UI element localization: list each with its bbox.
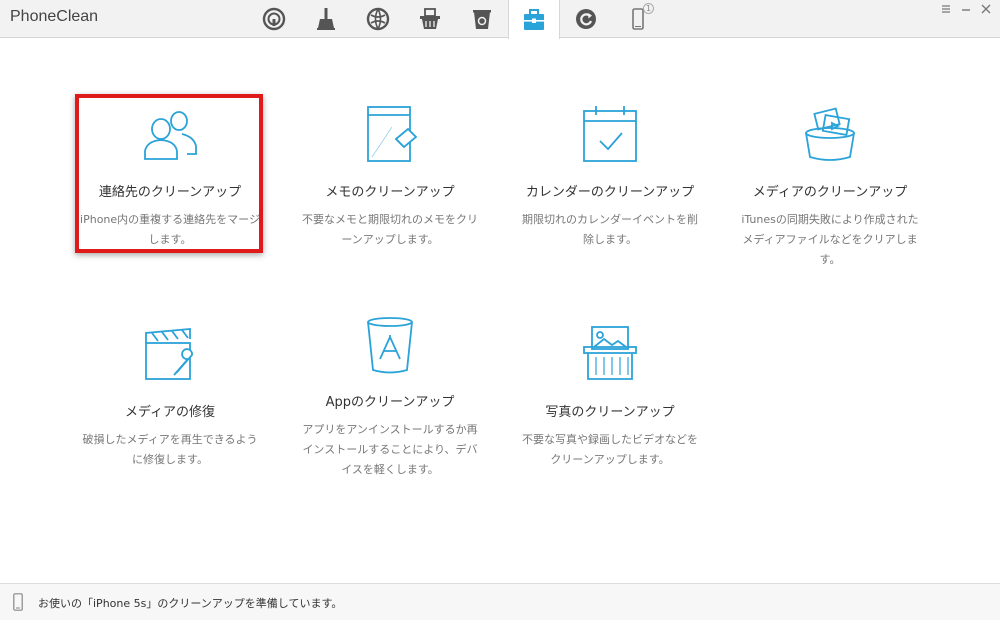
memo-eraser-icon [367, 106, 418, 162]
card-description: iTunesの同期失敗により作成されたメディアファイルなどをクリアします。 [741, 213, 919, 266]
device-count-badge: 1 [643, 3, 654, 14]
device-icon [13, 593, 23, 611]
card-description: 不要なメモと期限切れのメモをクリーンアップします。 [302, 213, 478, 246]
card-title: メディアのクリーンアップ [752, 185, 908, 200]
photo-shredder-icon [583, 326, 637, 380]
card-app-cleanup[interactable]: Appのクリーンアップ アプリをアンインストールするか再インストールすることによ… [290, 313, 490, 480]
card-title: 写真のクリーンアップ [545, 405, 675, 420]
window-controls [940, 3, 992, 15]
card-media-repair[interactable]: メディアの修復 破損したメディアを再生できるように修復します。 [70, 323, 270, 470]
tool-refresh[interactable] [560, 0, 612, 38]
status-bar: お使いの「iPhone 5s」のクリーンアップを準備しています。 [0, 583, 1000, 620]
basket-icon [420, 8, 440, 29]
card-memo-cleanup[interactable]: メモのクリーンアップ 不要なメモと期限切れのメモをクリーンアップします。 [290, 103, 490, 250]
media-bucket-icon [805, 107, 855, 161]
minimize-button[interactable] [960, 3, 972, 15]
toolbox-panel: 連絡先のクリーンアップ iPhone内の重複する連絡先をマージします。 メモのク… [0, 39, 1000, 583]
card-photo-cleanup[interactable]: 写真のクリーンアップ 不要な写真や録画したビデオなどをクリーンアップします。 [510, 323, 710, 470]
tool-privacy[interactable] [248, 0, 300, 38]
card-title: メモのクリーンアップ [325, 185, 455, 200]
tool-device[interactable]: 1 [612, 0, 664, 38]
status-text: お使いの「iPhone 5s」のクリーンアップを準備しています。 [38, 597, 343, 610]
card-media-cleanup[interactable]: メディアのクリーンアップ iTunesの同期失敗により作成されたメディアファイル… [730, 103, 930, 270]
tool-trash[interactable] [456, 0, 508, 38]
trash-icon [473, 10, 491, 29]
card-description: 破損したメディアを再生できるように修復します。 [82, 433, 258, 466]
tool-basket-clean[interactable] [404, 0, 456, 38]
card-title: Appのクリーンアップ [325, 395, 455, 410]
internet-icon [366, 7, 390, 31]
card-contacts-cleanup[interactable]: 連絡先のクリーンアップ iPhone内の重複する連絡先をマージします。 [70, 103, 270, 250]
card-title: カレンダーのクリーンアップ [525, 185, 695, 200]
card-title: メディアの修復 [124, 405, 216, 420]
menu-icon [942, 5, 950, 13]
close-button[interactable] [980, 3, 992, 15]
card-title: 連絡先のクリーンアップ [98, 185, 242, 200]
title-bar: PhoneClean 1 [0, 0, 1000, 39]
tool-internet-clean[interactable] [352, 0, 404, 38]
card-description: アプリをアンインストールするか再インストールすることにより、デバイスを軽くします… [302, 423, 478, 476]
broom-icon [317, 8, 335, 30]
refresh-icon [576, 9, 596, 29]
tool-junk-clean[interactable] [300, 0, 352, 38]
calendar-icon [583, 106, 637, 162]
main-toolbar: 1 [248, 0, 664, 39]
contacts-icon [144, 111, 197, 160]
card-description: iPhone内の重複する連絡先をマージします。 [80, 213, 260, 246]
media-repair-icon [145, 328, 193, 380]
card-description: 不要な写真や録画したビデオなどをクリーンアップします。 [522, 433, 698, 466]
app-title: PhoneClean [10, 8, 99, 25]
tool-toolbox[interactable] [508, 0, 560, 39]
card-description: 期限切れのカレンダーイベントを削除します。 [522, 213, 698, 246]
minimize-icon [962, 9, 970, 11]
privacy-icon [262, 7, 286, 31]
card-calendar-cleanup[interactable]: カレンダーのクリーンアップ 期限切れのカレンダーイベントを削除します。 [510, 103, 710, 250]
toolbox-icon [524, 8, 544, 30]
close-icon [981, 4, 991, 14]
app-bucket-icon [367, 317, 413, 374]
menu-button[interactable] [940, 3, 952, 15]
